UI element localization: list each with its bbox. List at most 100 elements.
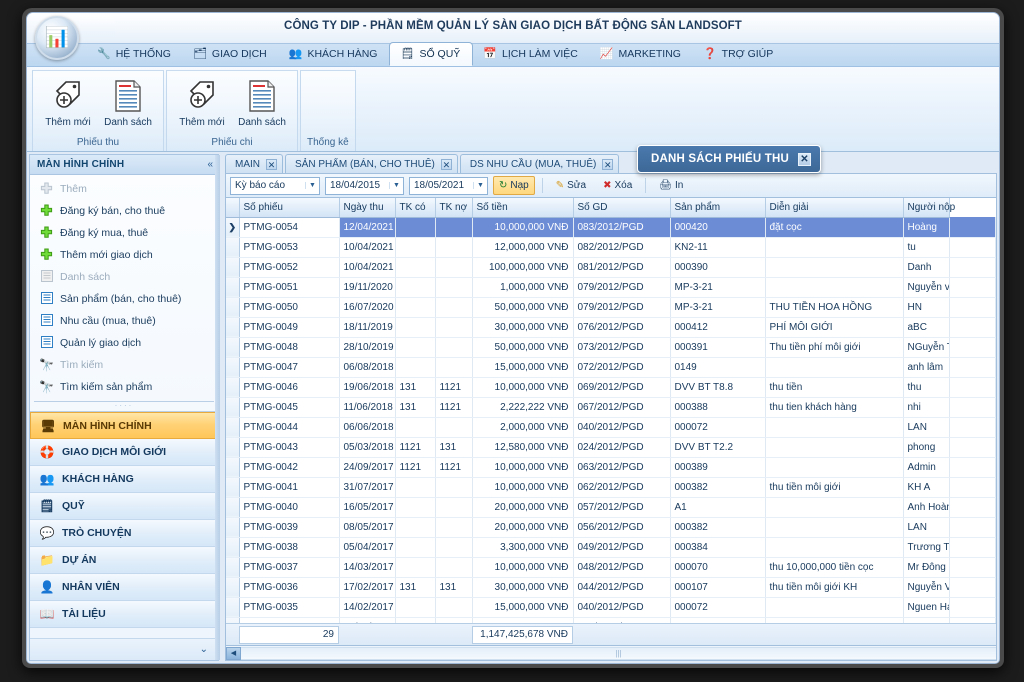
cell-san-pham[interactable]: DVV BT T8.8 [670, 377, 765, 397]
cell-dien-giai[interactable] [765, 257, 903, 277]
cell-dien-giai[interactable] [765, 457, 903, 477]
cell-dien-giai[interactable] [765, 417, 903, 437]
cell-so-gd[interactable]: 073/2012/PGD [573, 337, 670, 357]
column-header-so-gd[interactable]: Số GD [573, 198, 670, 217]
column-header-so-phieu[interactable]: Số phiếu [239, 198, 339, 217]
sidebar-nav-giao-dich-moi-gioi[interactable]: 🛟 GIAO DỊCH MÔI GIỚI [30, 439, 218, 466]
sidebar-item-quan-ly-giao-dich[interactable]: Quản lý giao dịch [30, 332, 218, 354]
cell-so-gd[interactable]: 083/2012/PGD [573, 217, 670, 237]
cell-so-tien[interactable]: 20,000,000 VNĐ [472, 517, 573, 537]
cell-nguoi-nop[interactable]: LAN [903, 417, 949, 437]
row-selector-arrow-icon[interactable] [226, 257, 239, 277]
cell-tk-co[interactable]: 131 [395, 397, 435, 417]
cell-dien-giai[interactable]: thu tien khách hàng [765, 397, 903, 417]
cell-ngay-thu[interactable]: 08/05/2017 [339, 517, 395, 537]
cell-nguoi-nop[interactable]: Anh Hoàng [903, 497, 949, 517]
cell-tk-no[interactable] [435, 557, 472, 577]
cell-san-pham[interactable]: MP-3-21 [670, 297, 765, 317]
cell-so-gd[interactable]: 076/2012/PGD [573, 317, 670, 337]
cell-so-tien[interactable]: 10,000,000 VNĐ [472, 477, 573, 497]
close-icon[interactable]: ✕ [798, 153, 811, 166]
cell-tk-co[interactable] [395, 537, 435, 557]
row-selector-arrow-icon[interactable] [226, 597, 239, 617]
phieu-thu-them-moi-button[interactable]: Thêm mới [39, 73, 97, 128]
cell-dien-giai[interactable] [765, 277, 903, 297]
print-button[interactable]: 🖨 In [653, 176, 689, 195]
row-selector-arrow-icon[interactable] [226, 457, 239, 477]
row-selector-arrow-icon[interactable] [226, 297, 239, 317]
close-icon[interactable]: ✕ [441, 159, 452, 170]
cell-tk-no[interactable] [435, 297, 472, 317]
row-selector-arrow-icon[interactable] [226, 477, 239, 497]
sidebar-item-san-pham[interactable]: Sản phẩm (bán, cho thuê) [30, 288, 218, 310]
cell-tk-no[interactable]: 1121 [435, 377, 472, 397]
cell-san-pham[interactable]: 000388 [670, 397, 765, 417]
cell-tk-no[interactable]: 131 [435, 437, 472, 457]
table-row[interactable]: PTMG-003805/04/20173,300,000 VNĐ049/2012… [226, 537, 996, 557]
cell-so-tien[interactable]: 10,000,000 VNĐ [472, 457, 573, 477]
cell-so-tien[interactable]: 10,000,000 VNĐ [472, 557, 573, 577]
cell-dien-giai[interactable] [765, 497, 903, 517]
horizontal-scrollbar[interactable]: ◀ ||| [225, 646, 997, 661]
cell-so-phieu[interactable]: PTMG-0035 [239, 597, 339, 617]
delete-button[interactable]: ✖ Xóa [597, 176, 638, 195]
cell-tk-no[interactable] [435, 597, 472, 617]
cell-so-tien[interactable]: 15,000,000 VNĐ [472, 597, 573, 617]
table-row[interactable]: PTMG-003617/02/201713113130,000,000 VNĐ0… [226, 577, 996, 597]
cell-so-phieu[interactable]: PTMG-0036 [239, 577, 339, 597]
cell-dien-giai[interactable] [765, 357, 903, 377]
cell-ngay-thu[interactable]: 10/04/2021 [339, 237, 395, 257]
cell-so-tien[interactable]: 100,000,000 VNĐ [472, 257, 573, 277]
cell-tk-no[interactable] [435, 257, 472, 277]
cell-so-gd[interactable]: 040/2012/PGD [573, 417, 670, 437]
scroll-track[interactable]: ||| [241, 647, 996, 660]
cell-san-pham[interactable]: 000382 [670, 517, 765, 537]
table-row[interactable]: PTMG-003908/05/201720,000,000 VNĐ056/201… [226, 517, 996, 537]
cell-nguoi-nop[interactable]: Nguyễn Văn A [903, 577, 949, 597]
table-row[interactable]: PTMG-004706/08/201815,000,000 VNĐ072/201… [226, 357, 996, 377]
cell-nguoi-nop[interactable]: anh lâm [903, 357, 949, 377]
cell-san-pham[interactable]: 000382 [670, 477, 765, 497]
data-grid-scroll[interactable]: Số phiếu Ngày thu TK có TK nợ Số tiền Số… [226, 198, 996, 623]
cell-san-pham[interactable]: 000420 [670, 217, 765, 237]
phieu-chi-them-moi-button[interactable]: Thêm mới [173, 73, 231, 128]
cell-tk-co[interactable] [395, 257, 435, 277]
cell-so-gd[interactable]: 063/2012/PGD [573, 457, 670, 477]
sidebar-nav-quy[interactable]: 🗒 QUỸ [30, 493, 218, 520]
row-selector-arrow-icon[interactable] [226, 337, 239, 357]
cell-tk-co[interactable] [395, 497, 435, 517]
cell-ngay-thu[interactable]: 31/07/2017 [339, 477, 395, 497]
table-row[interactable]: PTMG-005210/04/2021100,000,000 VNĐ081/20… [226, 257, 996, 277]
sidebar-nav-du-an[interactable]: 📁 DỰ ÁN [30, 547, 218, 574]
cell-tk-co[interactable] [395, 477, 435, 497]
cell-ngay-thu[interactable]: 16/05/2017 [339, 497, 395, 517]
column-header-nguoi-nop[interactable]: Người nộp [903, 198, 949, 217]
table-row[interactable]: PTMG-004619/06/2018131112110,000,000 VNĐ… [226, 377, 996, 397]
row-selector-arrow-icon[interactable] [226, 537, 239, 557]
cell-dien-giai[interactable] [765, 597, 903, 617]
cell-so-gd[interactable]: 067/2012/PGD [573, 397, 670, 417]
cell-ngay-thu[interactable]: 28/10/2019 [339, 337, 395, 357]
cell-nguoi-nop[interactable]: KH A [903, 477, 949, 497]
cell-nguoi-nop[interactable]: Admin [903, 457, 949, 477]
cell-tk-no[interactable] [435, 217, 472, 237]
cell-tk-no[interactable] [435, 497, 472, 517]
cell-so-gd[interactable]: 062/2012/PGD [573, 477, 670, 497]
cell-tk-co[interactable]: 131 [395, 577, 435, 597]
row-selector-arrow-icon[interactable] [226, 517, 239, 537]
table-row[interactable]: PTMG-004918/11/201930,000,000 VNĐ076/201… [226, 317, 996, 337]
cell-so-phieu[interactable]: PTMG-0053 [239, 237, 339, 257]
cell-san-pham[interactable]: 000072 [670, 597, 765, 617]
cell-dien-giai[interactable]: thu tiền môi giới KH [765, 577, 903, 597]
cell-dien-giai[interactable] [765, 437, 903, 457]
row-selector-arrow-icon[interactable] [226, 497, 239, 517]
cell-tk-no[interactable]: 131 [435, 577, 472, 597]
sidebar-nav-tai-lieu[interactable]: 📖 TÀI LIỆU [30, 601, 218, 628]
row-selector-arrow-icon[interactable] [226, 397, 239, 417]
cell-so-tien[interactable]: 2,222,222 VNĐ [472, 397, 573, 417]
row-selector-arrow-icon[interactable] [226, 377, 239, 397]
chevron-down-icon[interactable]: ▼ [389, 182, 403, 189]
cell-so-gd[interactable]: 072/2012/PGD [573, 357, 670, 377]
cell-tk-co[interactable] [395, 597, 435, 617]
cell-tk-no[interactable] [435, 237, 472, 257]
